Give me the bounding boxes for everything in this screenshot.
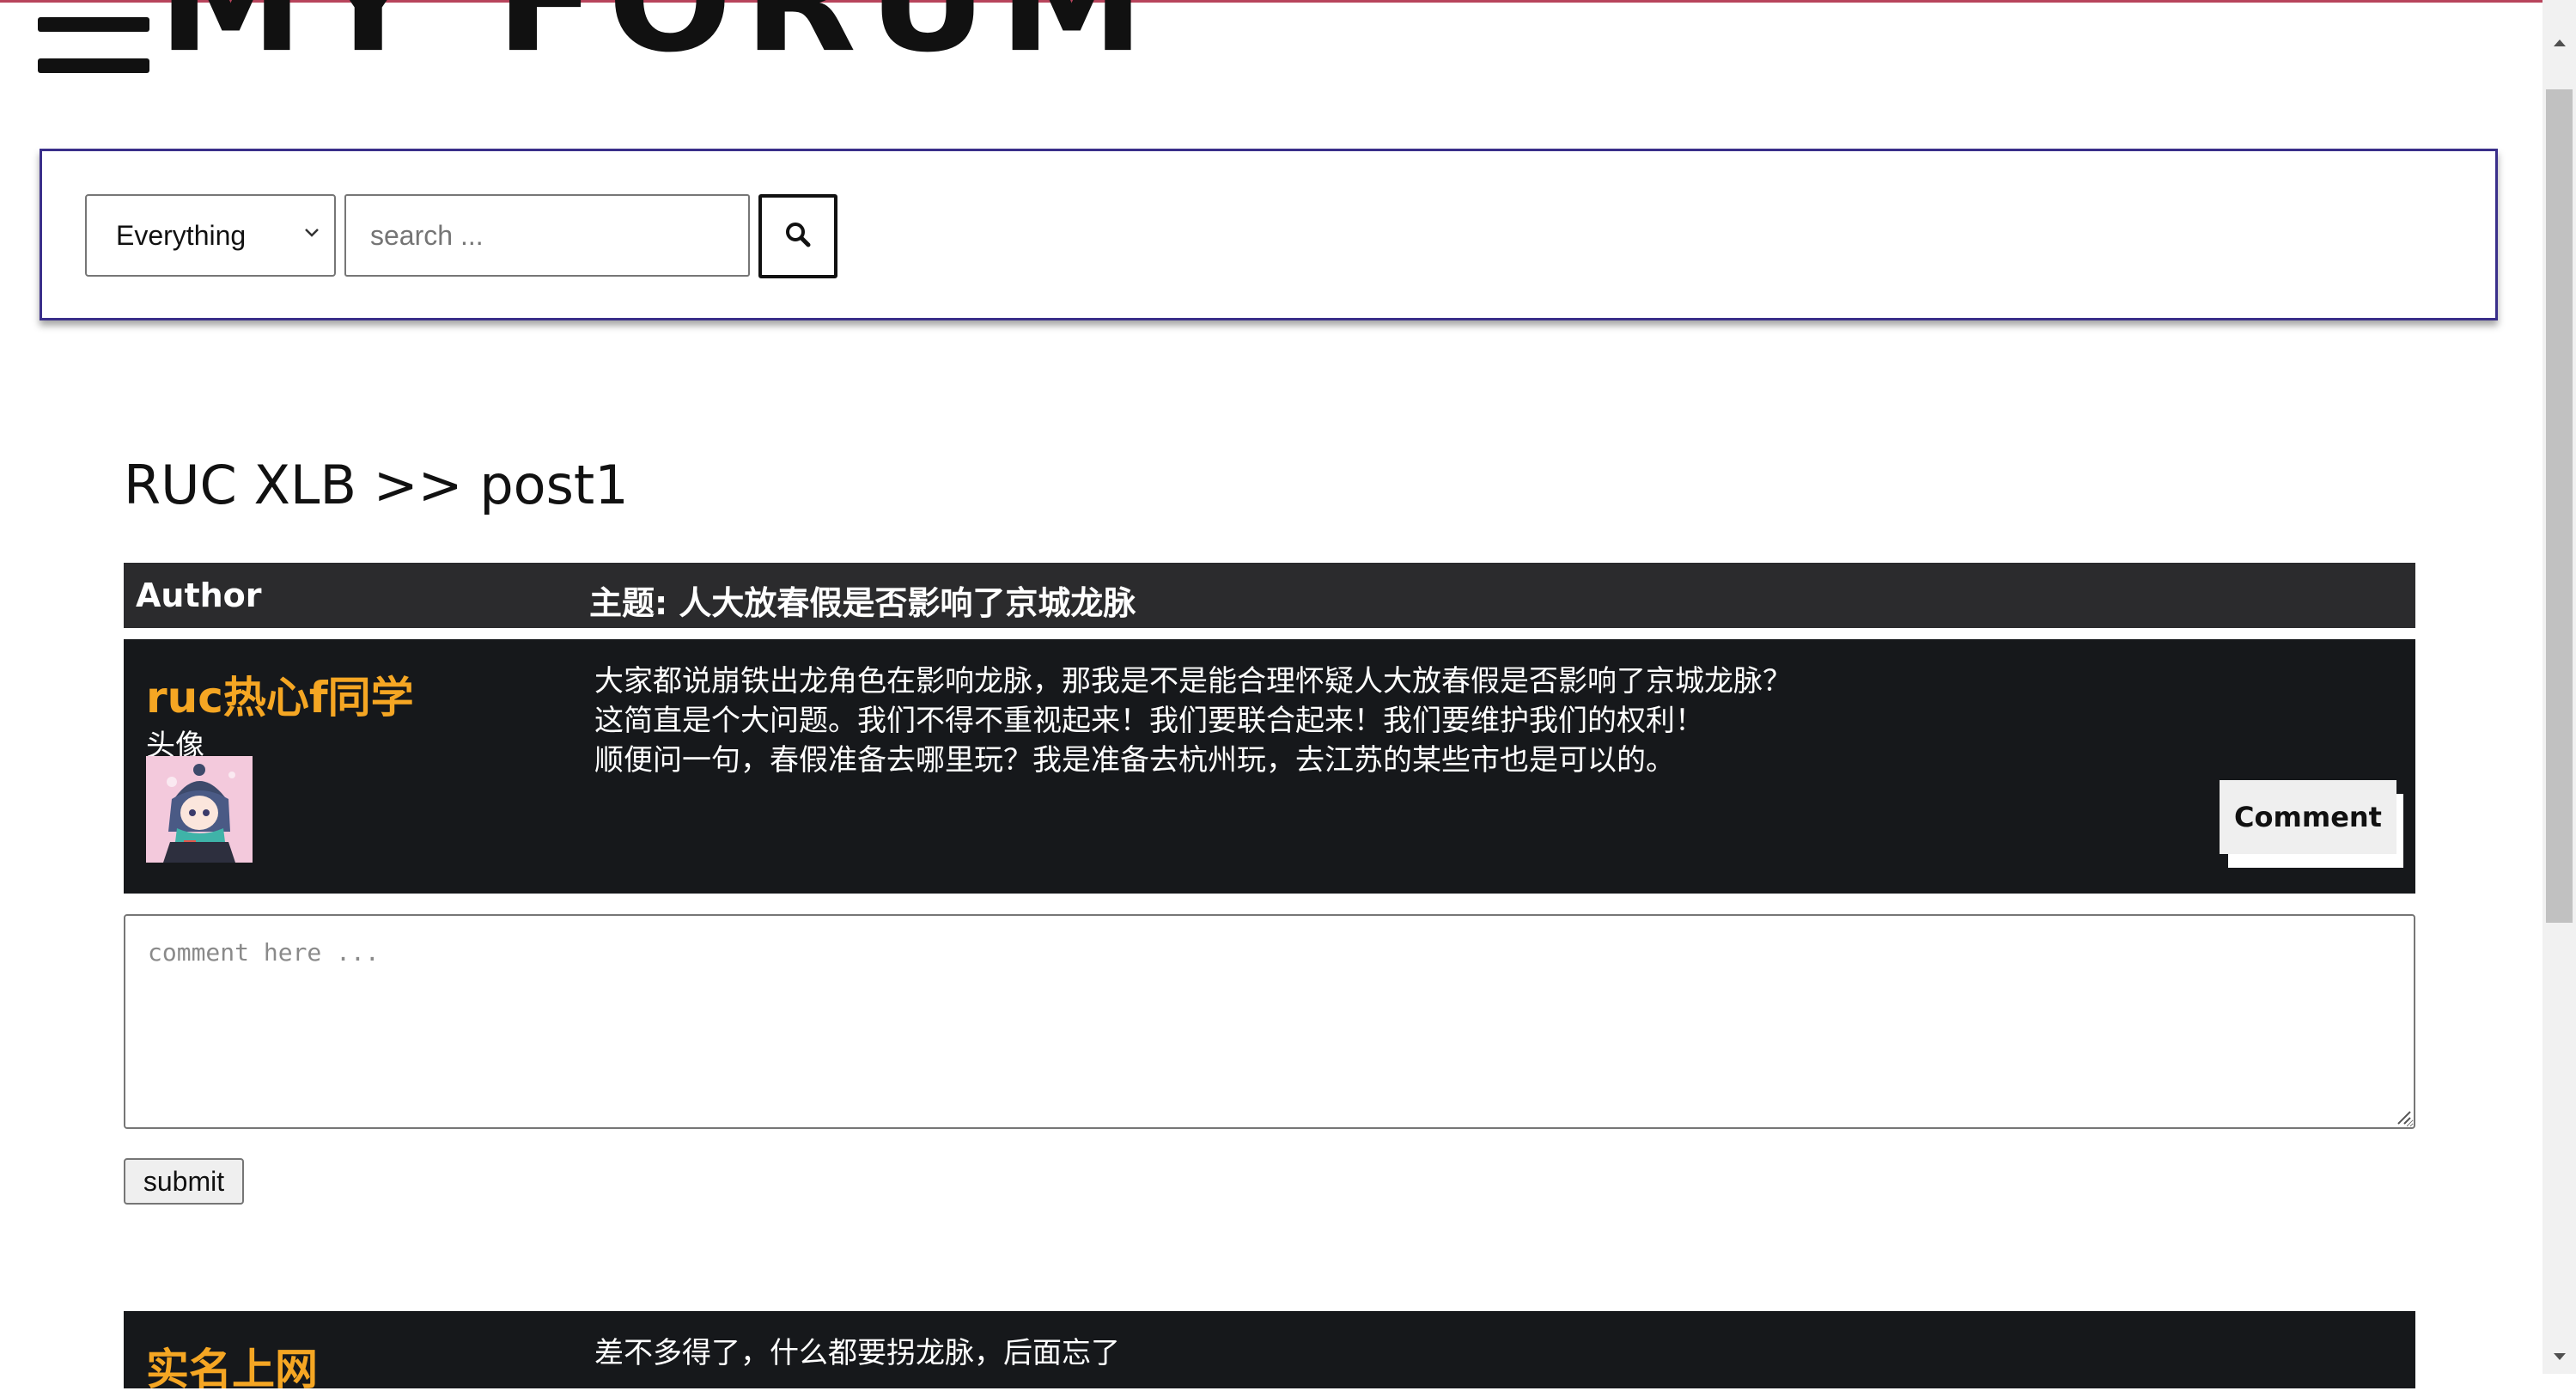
post-line: 大家都说崩铁出龙角色在影响龙脉，那我是不是能合理怀疑人大放春假是否影响了京城龙脉… xyxy=(594,664,1792,698)
scrollbar-thumb[interactable] xyxy=(2546,89,2573,923)
search-button[interactable] xyxy=(758,194,837,278)
avatar[interactable] xyxy=(146,756,253,863)
post-author[interactable]: 实名上网 xyxy=(146,1335,318,1397)
site-header: MY FORUM xyxy=(38,0,1156,76)
search-scope-value: Everything xyxy=(116,219,247,251)
thread-subject: 主题: 人大放春假是否影响了京城龙脉 xyxy=(589,584,1136,622)
post-body: 差不多得了，什么都要拐龙脉，后面忘了 xyxy=(594,1333,1120,1373)
resize-handle-icon[interactable] xyxy=(2395,1108,2412,1126)
post-table-header: Author 主题: 人大放春假是否影响了京城龙脉 xyxy=(124,563,2415,628)
scroll-down-icon[interactable] xyxy=(2543,1339,2576,1374)
search-icon xyxy=(783,220,813,253)
post-line: 顺便问一句，春假准备去哪里玩？我是准备去杭州玩，去江苏的某些市也是可以的。 xyxy=(594,743,1675,778)
post-line: 差不多得了，什么都要拐龙脉，后面忘了 xyxy=(594,1336,1120,1370)
submit-button[interactable]: submit xyxy=(124,1158,244,1205)
search-panel: Everything xyxy=(40,149,2498,320)
search-input[interactable] xyxy=(344,194,750,277)
site-logo[interactable]: MY FORUM xyxy=(158,0,1156,72)
author-column-header: Author xyxy=(136,576,262,614)
post-row: ruc热心f同学 头像 大家都说崩铁出龙角色在影响龙脉，那我是不是能合理怀疑人大… xyxy=(124,639,2415,894)
menu-icon[interactable] xyxy=(38,0,149,76)
post-row: 实名上网 差不多得了，什么都要拐龙脉，后面忘了 xyxy=(124,1311,2415,1394)
post-body: 大家都说崩铁出龙角色在影响龙脉，那我是不是能合理怀疑人大放春假是否影响了京城龙脉… xyxy=(594,662,1792,780)
comment-textarea[interactable] xyxy=(124,914,2415,1129)
post-line: 这简直是个大问题。我们不得不重视起来！我们要联合起来！我们要维护我们的权利！ xyxy=(594,704,1704,738)
post-author[interactable]: ruc热心f同学 xyxy=(146,663,414,725)
breadcrumb: RUC XLB >> post1 xyxy=(124,454,629,516)
search-scope-select[interactable]: Everything xyxy=(85,194,336,277)
comment-button[interactable]: Comment xyxy=(2220,780,2396,854)
scroll-up-icon[interactable] xyxy=(2543,0,2576,86)
vertical-scrollbar[interactable] xyxy=(2543,0,2576,1374)
chevron-down-icon xyxy=(301,222,322,248)
